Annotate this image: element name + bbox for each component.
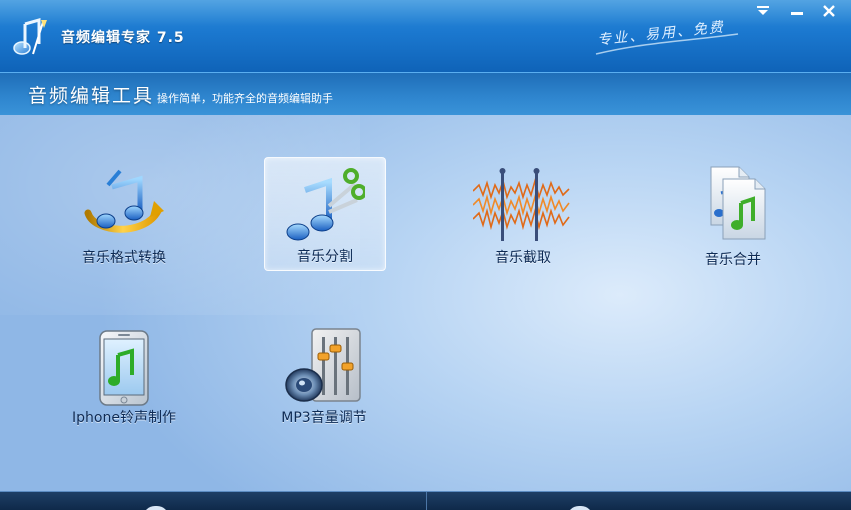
tools-panel: 音乐格式转换 音乐分割 音乐截取 音乐合并 Iphone铃声制作 MP3音量调节 [0,115,851,491]
tool-music-split[interactable]: 音乐分割 [264,157,386,271]
tool-iphone-ringtone[interactable]: Iphone铃声制作 [64,319,184,431]
waveform-cut-icon [473,168,570,241]
section-title: 音频编辑工具 [28,85,155,107]
tool-label: 音乐合并 [705,252,761,268]
tool-music-clip[interactable]: 音乐截取 [463,159,583,271]
music-split-icon [286,168,365,241]
section-subtitle: 操作简单，功能齐全的音频编辑助手 [157,92,333,105]
footer-divider [426,492,427,510]
menu-dropdown-icon[interactable] [752,2,774,20]
section-header: 音频编辑工具 操作简单，功能齐全的音频编辑助手 [0,72,851,116]
tool-label: 音乐格式转换 [82,250,166,266]
volume-adjust-icon [285,328,361,402]
status-strip [0,491,851,510]
close-icon[interactable] [818,2,840,20]
tool-label: MP3音量调节 [281,410,367,426]
app-window: 音频编辑专家 7.5 专业、易用、免费 音频编辑工具 操作简单，功能齐全的音频编… [0,0,851,510]
tool-label: 音乐截取 [495,250,551,266]
minimize-icon[interactable] [786,2,808,20]
footer-tab-left[interactable] [143,506,169,510]
iphone-ringtone-icon [99,330,149,406]
tool-label: Iphone铃声制作 [72,410,176,426]
tool-mp3-volume-adjust[interactable]: MP3音量调节 [264,319,384,431]
tool-label: 音乐分割 [297,249,353,265]
title-bar[interactable]: 音频编辑专家 7.5 专业、易用、免费 [0,0,851,72]
music-merge-icon [710,166,766,240]
footer-tab-right[interactable] [567,506,593,510]
tool-music-merge[interactable]: 音乐合并 [673,161,793,273]
tool-music-format-convert[interactable]: 音乐格式转换 [64,159,184,271]
app-title: 音频编辑专家 7.5 [61,30,185,46]
app-logo-icon [13,18,47,55]
music-convert-icon [84,169,164,233]
